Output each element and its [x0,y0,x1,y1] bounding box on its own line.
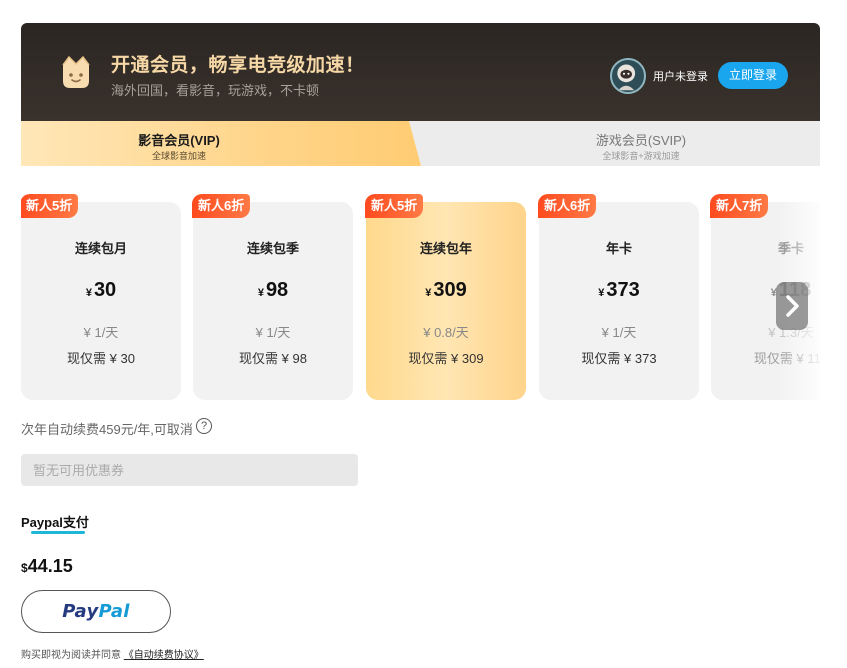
plan-card-yearly[interactable]: 新人5折 连续包年 ¥309 ¥ 0.8/天 现仅需 ¥ 309 [365,194,526,400]
plan-daily-price: ¥ 1/天 [601,325,637,340]
plan-price: ¥98 [193,279,353,302]
price-value: 309 [433,279,467,301]
header-subtitle: 海外回国，看影音，玩游戏，不卡顿 [111,83,320,98]
plan-price: ¥309 [366,279,526,302]
coupon-input[interactable] [21,454,358,486]
price-value: 98 [265,279,289,301]
tab-vip[interactable]: 影音会员(VIP) 全球影音加速 [21,121,421,166]
plan-name: 年卡 [605,241,632,256]
agreement-prefix: 购买即视为阅读并同意 [21,650,121,661]
agreement-note: 购买即视为阅读并同意 《自动续费协议》 [21,646,204,661]
price-value: 373 [606,279,640,301]
discount-badge: 新人5折 [21,194,79,218]
plan-name: 连续包月 [74,241,127,256]
plan-card-quarterly[interactable]: 新人6折 连续包季 ¥98 ¥ 1/天 现仅需 ¥ 98 [192,194,353,400]
plan-card-monthly[interactable]: 新人5折 连续包月 ¥30 ¥ 1/天 现仅需 ¥ 30 [21,194,181,400]
vip-header: 开通会员，畅享电竞级加速！ 海外回国，看影音，玩游戏，不卡顿 用户未登录 立即登… [21,23,820,122]
plan-current-price: 现仅需 ¥ 309 [408,351,484,366]
plan-price: ¥30 [21,279,181,302]
currency-symbol: ¥ [85,287,92,299]
tab-svip-desc: 全球影音+游戏加速 [602,151,680,161]
total-amount: 44.15 [27,556,73,576]
currency-symbol: ¥ [598,287,605,299]
plan-current-price: 现仅需 ¥ 30 [67,351,135,366]
total-currency: $ [21,561,28,575]
payment-tab-indicator [31,531,85,534]
vip-crown-icon [62,55,90,88]
header-title: 开通会员，畅享电竞级加速！ [111,55,365,76]
currency-symbol: ¥ [425,287,432,299]
chevron-right-icon [786,295,799,317]
next-plans-button[interactable] [776,282,808,330]
tab-svip-title: 游戏会员(SVIP) [595,133,687,148]
plan-daily-price: ¥ 0.8/天 [423,325,469,340]
plan-card-annual[interactable]: 新人6折 年卡 ¥373 ¥ 1/天 现仅需 ¥ 373 [538,194,699,400]
discount-badge: 新人7折 [710,194,769,218]
total-price: $44.15 [21,556,73,577]
tab-vip-title: 影音会员(VIP) [138,133,220,148]
paypal-logo-pay: Pay [62,601,99,622]
price-value: 30 [93,279,117,301]
plan-current-price: 现仅需 ¥ 118 [753,351,820,366]
plan-current-price: 现仅需 ¥ 98 [239,351,307,366]
paypal-logo-pal: Pal [98,601,130,622]
login-button[interactable]: 立即登录 [718,62,788,89]
discount-badge: 新人5折 [365,194,424,218]
tab-vip-desc: 全球影音加速 [151,151,206,161]
auto-renew-agreement-link[interactable]: 《自动续费协议》 [124,650,204,661]
plan-name: 连续包年 [419,241,472,256]
plan-daily-price: ¥ 1/天 [255,325,291,340]
discount-badge: 新人6折 [192,194,251,218]
plan-price: ¥373 [539,279,699,302]
currency-symbol: ¥ [257,287,264,299]
discount-badge: 新人6折 [538,194,597,218]
help-icon[interactable]: ? [196,418,212,434]
plan-name: 季卡 [777,241,804,256]
paypal-button[interactable]: PayPal [21,590,171,633]
plan-list: 新人5折 连续包月 ¥30 ¥ 1/天 现仅需 ¥ 30 新人6折 连续包季 ¥… [21,190,820,402]
user-status: 用户未登录 [653,71,708,83]
plan-daily-price: ¥ 1/天 [83,325,119,340]
plan-current-price: 现仅需 ¥ 373 [581,351,657,366]
astronaut-avatar-icon [617,64,636,91]
payment-method-tab[interactable]: Paypal支付 [21,512,89,531]
tab-svip[interactable]: 游戏会员(SVIP) 全球影音+游戏加速 [421,121,820,166]
avatar[interactable] [610,58,646,94]
auto-renew-note: 次年自动续费459元/年,可取消 [21,422,193,437]
plan-name: 连续包季 [246,241,299,256]
membership-tabs: 影音会员(VIP) 全球影音加速 游戏会员(SVIP) 全球影音+游戏加速 [21,121,820,166]
